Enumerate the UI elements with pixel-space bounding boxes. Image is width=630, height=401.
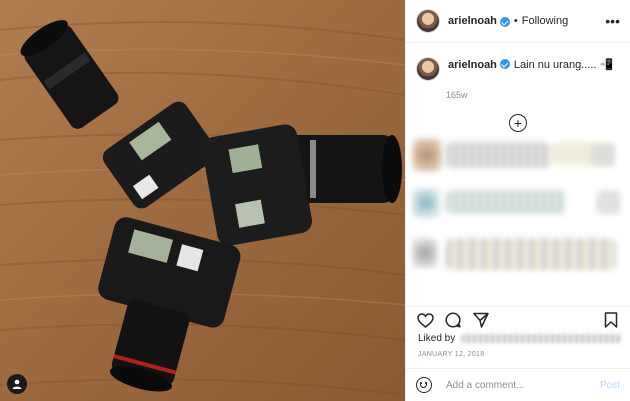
comment-icon	[445, 312, 461, 328]
add-comment-bar: Post	[406, 368, 630, 401]
blurred-comments	[412, 138, 624, 298]
load-more-comments-icon[interactable]: +	[509, 114, 527, 132]
liked-by-users-blurred[interactable]	[461, 333, 622, 343]
avatar[interactable]	[416, 9, 440, 33]
comments-section: arielnoah Lain nu urang..... 📲 165w +	[406, 43, 630, 306]
post-header: arielnoah • Following •••	[406, 0, 630, 43]
liked-by-label: Liked by	[418, 333, 456, 344]
username-link[interactable]: arielnoah	[448, 15, 497, 27]
post-comment-button[interactable]: Post	[600, 380, 620, 391]
caption-row: arielnoah Lain nu urang..... 📲	[406, 43, 630, 81]
heart-icon	[416, 312, 434, 328]
verified-badge-icon	[499, 17, 510, 27]
verified-badge-icon	[499, 59, 510, 69]
like-button[interactable]	[416, 311, 434, 329]
time-ago[interactable]: 165w	[446, 90, 630, 100]
share-button[interactable]	[472, 311, 490, 329]
user-tag-button[interactable]	[7, 374, 27, 394]
caption-text: arielnoah Lain nu urang..... 📲	[448, 57, 613, 73]
emoji-icon[interactable]	[416, 377, 432, 393]
more-options-icon[interactable]: •••	[605, 12, 620, 30]
cameras-on-wood-image	[0, 0, 405, 401]
separator-dot: •	[513, 15, 518, 27]
post-sidebar: arielnoah • Following ••• arielnoah Lain …	[405, 0, 630, 401]
comment-input[interactable]	[444, 378, 600, 392]
likes-line: Liked by	[418, 333, 622, 344]
following-button[interactable]: Following	[522, 15, 568, 27]
post-date[interactable]: JANUARY 12, 2018	[418, 351, 484, 358]
save-button[interactable]	[602, 311, 620, 329]
user-tag-icon	[12, 379, 22, 389]
caption-avatar[interactable]	[416, 57, 440, 81]
save-bookmark-icon	[604, 312, 618, 328]
share-icon	[473, 312, 489, 328]
action-bar	[406, 306, 630, 333]
post-photo[interactable]	[0, 0, 405, 401]
caption-username[interactable]: arielnoah	[448, 59, 497, 71]
caption-body: Lain nu urang..... 📲	[513, 59, 614, 71]
comment-button[interactable]	[444, 311, 462, 329]
